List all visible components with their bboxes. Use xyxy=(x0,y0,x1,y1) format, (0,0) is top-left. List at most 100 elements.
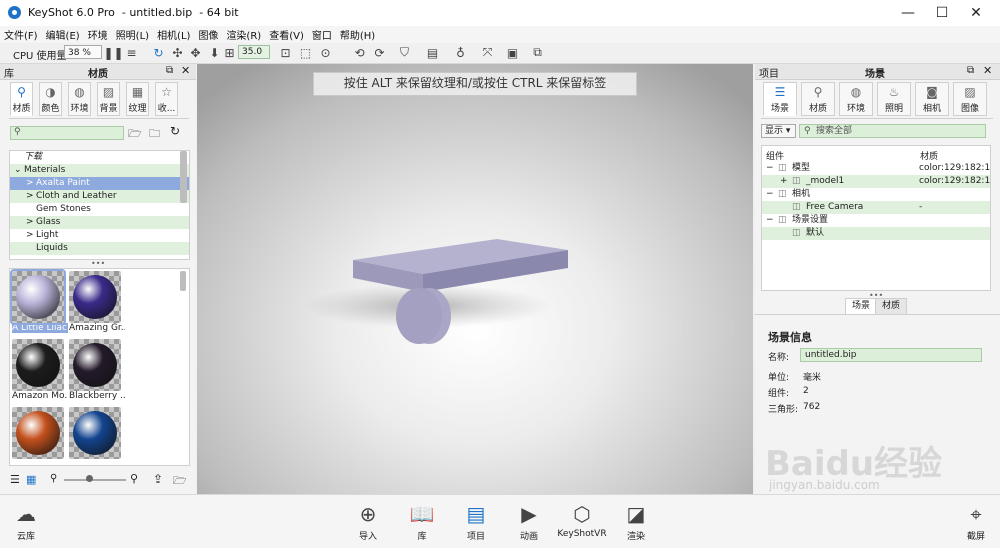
scene-tree-row[interactable]: ◫ Free Camera - xyxy=(762,201,990,214)
material-thumbnail[interactable] xyxy=(12,407,68,459)
nav-cube-button[interactable]: ⬡ KeyShotVR xyxy=(553,501,611,539)
nav-book-button[interactable]: 📖 库 xyxy=(397,501,447,542)
menu-item[interactable]: 文件(F) xyxy=(0,27,42,42)
tree-scrollbar[interactable] xyxy=(180,151,187,203)
expand-arrow-icon[interactable]: > xyxy=(26,229,36,242)
zoom-in-icon[interactable]: ⚲ xyxy=(130,472,138,485)
expand-arrow-icon[interactable]: > xyxy=(26,190,36,203)
scene-tree-row[interactable]: − ◫ 相机 xyxy=(762,188,990,201)
tumble-icon[interactable]: ✣ xyxy=(170,45,185,60)
shield-icon[interactable]: ⛉ xyxy=(397,45,412,60)
presentation-icon[interactable]: ▤ xyxy=(425,45,440,60)
folder-add-icon[interactable]: 🗁 xyxy=(128,125,142,144)
zoom-out-icon[interactable]: ⚲ xyxy=(50,473,57,484)
pause-icon[interactable]: ❚❚ xyxy=(103,45,123,60)
slider-handle[interactable] xyxy=(86,475,93,482)
scene-name-input[interactable]: untitled.bip xyxy=(800,348,982,362)
menu-item[interactable]: 查看(V) xyxy=(265,27,308,42)
zoom-region-icon[interactable]: ⊙ xyxy=(318,45,333,60)
tab-bulb[interactable]: ♨ 照明 xyxy=(877,82,911,116)
pan-icon[interactable]: ✥ xyxy=(188,45,203,60)
material-thumbnail[interactable] xyxy=(69,407,125,459)
tab-list[interactable]: ☰ 场景 xyxy=(763,82,797,116)
thumb-scrollbar[interactable] xyxy=(180,271,186,291)
tab-star[interactable]: ☆ 收... xyxy=(155,82,178,116)
tree-item[interactable]: > Axalta Paint xyxy=(10,177,189,190)
tree-item[interactable]: Gem Stones xyxy=(10,203,189,216)
tab-image[interactable]: ▨ 背景 xyxy=(97,82,120,116)
crop-icon[interactable]: ⤧ xyxy=(480,45,495,60)
menu-item[interactable]: 环境 xyxy=(84,27,112,42)
nav-render-button[interactable]: ◪ 渲染 xyxy=(611,501,661,542)
scene-search-input[interactable]: ⚲ 搜索全部 xyxy=(799,124,986,138)
nav-play-button[interactable]: ▶ 动画 xyxy=(504,501,554,542)
menu-item[interactable]: 渲染(R) xyxy=(222,27,265,42)
screenshot-icon[interactable]: ⊡ xyxy=(278,45,293,60)
material-thumbnail[interactable]: Amazing Gr... xyxy=(69,271,125,333)
expand-arrow-icon[interactable]: ⌄ xyxy=(14,164,24,177)
expand-arrow-icon[interactable]: > xyxy=(26,177,36,190)
minimize-button[interactable]: — xyxy=(891,0,925,26)
scene-tree-row[interactable]: ◫ 默认 xyxy=(762,227,990,240)
dolly-icon[interactable]: ⬇ xyxy=(207,45,222,60)
fov-input[interactable]: 35.0 xyxy=(238,45,270,59)
cloud-library-button[interactable]: ☁ 云库 xyxy=(2,501,50,542)
terminal-icon[interactable]: ▣ xyxy=(505,45,520,60)
close-button[interactable]: ✕ xyxy=(959,0,993,26)
expand-toggle-icon[interactable]: − xyxy=(766,214,774,227)
cpu-usage-select[interactable]: 38 % ▾ xyxy=(64,45,102,72)
tree-item[interactable]: > Glass xyxy=(10,216,189,229)
tab-camera[interactable]: ◙ 相机 xyxy=(915,82,949,116)
menu-item[interactable]: 相机(L) xyxy=(153,27,194,42)
maximize-button[interactable]: ☐ xyxy=(925,0,959,26)
refresh-icon[interactable]: ↻ xyxy=(151,45,166,60)
menu-item[interactable]: 窗口 xyxy=(308,27,336,42)
render-viewport[interactable] xyxy=(197,64,753,494)
refresh-library-icon[interactable]: ↻ xyxy=(170,124,180,138)
tab-person[interactable]: ⚲ 材质 xyxy=(801,82,835,116)
tree-item[interactable]: > Cloth and Leather xyxy=(10,190,189,203)
cubes-icon[interactable]: ⧉ xyxy=(530,45,545,60)
menu-item[interactable]: 帮助(H) xyxy=(336,27,379,42)
list-view-icon[interactable]: ☰ xyxy=(10,473,20,486)
tab-globe[interactable]: ◍ 环境 xyxy=(68,82,91,116)
undock-icon[interactable]: ⧉ xyxy=(967,65,974,76)
expand-toggle-icon[interactable]: + xyxy=(780,175,788,188)
undock-icon[interactable]: ⧉ xyxy=(166,65,173,76)
tree-item[interactable]: Liquids xyxy=(10,242,189,255)
menu-item[interactable]: 图像 xyxy=(194,27,222,42)
material-thumbnail[interactable]: Amazon Mo... xyxy=(12,339,68,401)
tab-image[interactable]: ▨ 图像 xyxy=(953,82,987,116)
geometry-icon[interactable]: ♁ xyxy=(453,45,468,60)
scene-tree-row[interactable]: − ◫ 场景设置 xyxy=(762,214,990,227)
upload-icon[interactable]: ⇪ xyxy=(153,472,163,486)
folder-icon[interactable]: 🗁 xyxy=(173,472,187,491)
panel-close-icon[interactable]: ✕ xyxy=(181,64,190,77)
performance-mode-icon[interactable]: ≡ xyxy=(124,45,139,60)
rotate-icon[interactable]: ⟲ xyxy=(352,45,367,60)
splitter-handle[interactable]: ••• xyxy=(91,259,105,268)
screenshot-button[interactable]: ⌖ 截屏 xyxy=(952,501,1000,542)
show-dropdown[interactable]: 显示 ▾ xyxy=(761,124,796,138)
tree-item[interactable]: 下载 xyxy=(10,151,189,164)
scene-tree-row[interactable]: + ◫ _model1 color:129:182:196 xyxy=(762,175,990,188)
tree-item[interactable]: > Light xyxy=(10,229,189,242)
tab-globe[interactable]: ◍ 环境 xyxy=(839,82,873,116)
material-thumbnail[interactable]: A Little Lilac... xyxy=(10,269,68,333)
subtab-scene[interactable]: 场景 xyxy=(845,298,877,314)
region-icon[interactable]: ⬚ xyxy=(298,45,313,60)
tab-palette[interactable]: ◑ 颜色 xyxy=(39,82,62,116)
tab-person[interactable]: ⚲ 材质 xyxy=(10,82,33,116)
nav-project-button[interactable]: ▤ 项目 xyxy=(451,501,501,542)
menu-item[interactable]: 编辑(E) xyxy=(42,27,84,42)
panel-close-icon[interactable]: ✕ xyxy=(983,64,992,77)
scene-tree-row[interactable]: −◫ 模型 color:129:182:196 xyxy=(762,162,990,175)
sync-icon[interactable]: ⟳ xyxy=(372,45,387,60)
menu-item[interactable]: 照明(L) xyxy=(112,27,153,42)
thumb-size-slider[interactable] xyxy=(64,479,126,481)
tree-item[interactable]: ⌄ Materials xyxy=(10,164,189,177)
grid-view-icon[interactable]: ▦ xyxy=(26,473,36,486)
folder-remove-icon[interactable]: 🗀 xyxy=(149,125,160,144)
expand-toggle-icon[interactable]: − xyxy=(766,162,774,175)
expand-arrow-icon[interactable]: > xyxy=(26,216,36,229)
